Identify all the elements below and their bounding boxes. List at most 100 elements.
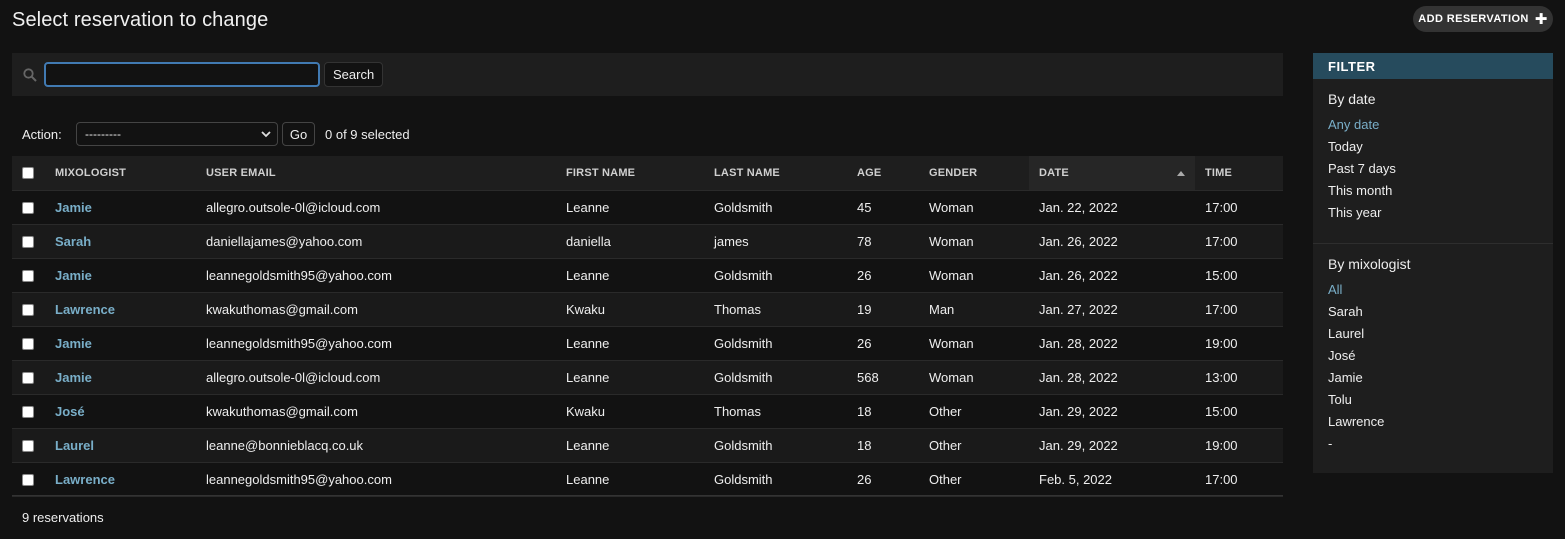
cell-email: kwakuthomas@gmail.com	[196, 394, 556, 429]
cell-age: 26	[847, 462, 919, 497]
table-row: Jamie leannegoldsmith95@yahoo.com Leanne Go…	[12, 258, 1283, 293]
filter-option[interactable]: -	[1328, 436, 1538, 458]
filter-option[interactable]: Past 7 days	[1328, 161, 1538, 183]
filter-options: All Sarah Laurel José Jamie Tolu Lawrence -	[1328, 282, 1538, 458]
column-header-mixologist[interactable]: MIXOLOGIST	[45, 156, 196, 191]
table-row: Sarah daniellajames@yahoo.com daniella jame…	[12, 224, 1283, 259]
search-icon	[23, 68, 37, 82]
column-header-time[interactable]: TIME	[1195, 156, 1283, 191]
mixologist-link[interactable]: Laurel	[55, 438, 94, 453]
mixologist-link[interactable]: Lawrence	[55, 472, 115, 487]
add-reservation-button[interactable]: ADD RESERVATION ✚	[1413, 6, 1553, 32]
cell-last-name: Thomas	[704, 394, 847, 429]
table-row: Jamie leannegoldsmith95@yahoo.com Leanne Go…	[12, 326, 1283, 361]
action-select[interactable]: ---------	[76, 122, 278, 146]
filter-option[interactable]: Lawrence	[1328, 414, 1538, 436]
cell-time: 17:00	[1195, 292, 1283, 327]
cell-age: 26	[847, 326, 919, 361]
filter-divider	[1313, 243, 1553, 244]
filter-option[interactable]: This month	[1328, 183, 1538, 205]
mixologist-link[interactable]: Lawrence	[55, 302, 115, 317]
row-checkbox[interactable]	[22, 304, 34, 317]
cell-mixologist: Jamie	[45, 326, 196, 361]
result-count: 9 reservations	[22, 510, 104, 525]
cell-email: leannegoldsmith95@yahoo.com	[196, 258, 556, 293]
table-row: Laurel leanne@bonnieblacq.co.uk Leanne Gold…	[12, 428, 1283, 463]
cell-age: 18	[847, 394, 919, 429]
cell-email: daniellajames@yahoo.com	[196, 224, 556, 259]
row-checkbox[interactable]	[22, 474, 34, 487]
column-header-date[interactable]: DATE	[1029, 156, 1195, 191]
filter-panel: FILTER By date Any date Today Past 7 days Th…	[1313, 53, 1553, 473]
mixologist-link[interactable]: Sarah	[55, 234, 91, 249]
filter-option[interactable]: All	[1328, 282, 1538, 304]
plus-icon: ✚	[1534, 10, 1548, 28]
row-checkbox-cell	[12, 428, 45, 463]
column-header-last-name[interactable]: LAST NAME	[704, 156, 847, 191]
cell-date: Jan. 26, 2022	[1029, 224, 1195, 259]
filter-option[interactable]: Tolu	[1328, 392, 1538, 414]
results-table: MIXOLOGIST USER EMAIL FIRST NAME LAST NA…	[12, 156, 1283, 497]
filter-group: By date Any date Today Past 7 days This mont…	[1313, 91, 1553, 227]
chevron-down-icon	[261, 131, 271, 138]
cell-gender: Other	[919, 428, 1029, 463]
cell-email: leanne@bonnieblacq.co.uk	[196, 428, 556, 463]
search-button[interactable]: Search	[324, 62, 384, 87]
actions-bar: Action: --------- Go 0 of 9 selected	[12, 121, 1283, 147]
table-header-row: MIXOLOGIST USER EMAIL FIRST NAME LAST NA…	[12, 156, 1283, 191]
row-checkbox[interactable]	[22, 236, 34, 249]
table-row: Jamie allegro.outsole-0l@icloud.com Leanne…	[12, 190, 1283, 225]
cell-age: 18	[847, 428, 919, 463]
cell-last-name: Goldsmith	[704, 360, 847, 395]
cell-age: 26	[847, 258, 919, 293]
filter-option[interactable]: Jamie	[1328, 370, 1538, 392]
cell-date: Jan. 29, 2022	[1029, 394, 1195, 429]
column-header-user-email[interactable]: USER EMAIL	[196, 156, 556, 191]
cell-time: 13:00	[1195, 360, 1283, 395]
selected-count: 0 of 9 selected	[325, 127, 410, 142]
cell-gender: Other	[919, 394, 1029, 429]
row-checkbox-cell	[12, 224, 45, 259]
cell-date: Jan. 26, 2022	[1029, 258, 1195, 293]
cell-age: 45	[847, 190, 919, 225]
column-header-gender[interactable]: GENDER	[919, 156, 1029, 191]
mixologist-link[interactable]: Jamie	[55, 268, 92, 283]
cell-mixologist: José	[45, 394, 196, 429]
column-header-age[interactable]: AGE	[847, 156, 919, 191]
go-button[interactable]: Go	[282, 122, 315, 146]
row-checkbox[interactable]	[22, 338, 34, 351]
mixologist-link[interactable]: Jamie	[55, 336, 92, 351]
cell-age: 568	[847, 360, 919, 395]
cell-gender: Man	[919, 292, 1029, 327]
row-checkbox[interactable]	[22, 440, 34, 453]
filter-option[interactable]: Today	[1328, 139, 1538, 161]
column-header-first-name[interactable]: FIRST NAME	[556, 156, 704, 191]
action-select-value: ---------	[85, 127, 121, 141]
row-checkbox-cell	[12, 190, 45, 225]
filter-option[interactable]: This year	[1328, 205, 1538, 227]
sort-ascending-icon[interactable]	[1177, 171, 1185, 176]
row-checkbox[interactable]	[22, 372, 34, 385]
row-checkbox[interactable]	[22, 270, 34, 283]
row-checkbox[interactable]	[22, 202, 34, 215]
cell-first-name: Leanne	[556, 258, 704, 293]
cell-gender: Other	[919, 462, 1029, 497]
row-checkbox[interactable]	[22, 406, 34, 419]
cell-first-name: Leanne	[556, 190, 704, 225]
filter-option[interactable]: Sarah	[1328, 304, 1538, 326]
select-all-checkbox[interactable]	[22, 166, 34, 179]
filter-option[interactable]: Any date	[1328, 117, 1538, 139]
table-row: Jamie allegro.outsole-0l@icloud.com Leanne…	[12, 360, 1283, 395]
select-all-checkbox-cell	[12, 156, 45, 191]
filter-option[interactable]: José	[1328, 348, 1538, 370]
mixologist-link[interactable]: Jamie	[55, 370, 92, 385]
cell-age: 78	[847, 224, 919, 259]
cell-date: Jan. 28, 2022	[1029, 360, 1195, 395]
row-checkbox-cell	[12, 326, 45, 361]
filter-option[interactable]: Laurel	[1328, 326, 1538, 348]
search-input[interactable]	[44, 62, 320, 87]
cell-last-name: Goldsmith	[704, 190, 847, 225]
cell-gender: Woman	[919, 190, 1029, 225]
mixologist-link[interactable]: José	[55, 404, 85, 419]
mixologist-link[interactable]: Jamie	[55, 200, 92, 215]
